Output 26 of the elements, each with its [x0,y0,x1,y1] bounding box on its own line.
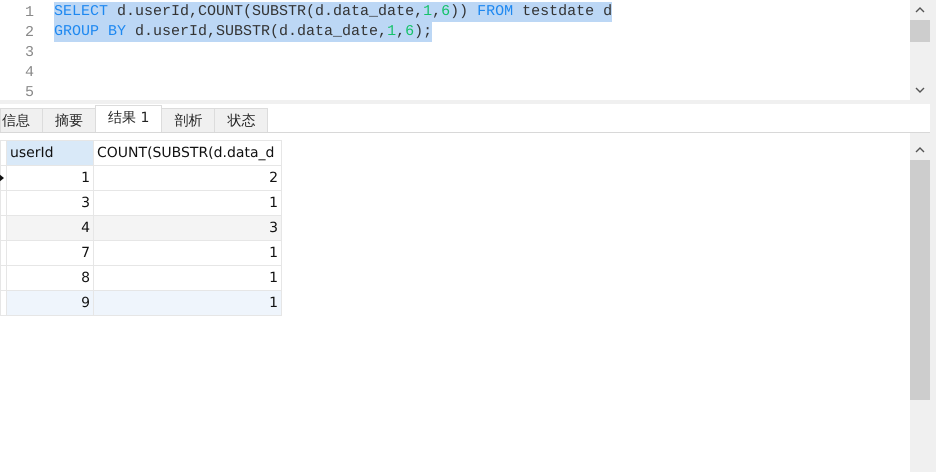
table-cell: 2 [94,166,282,190]
tab[interactable]: 状态 [214,108,268,132]
table-cell: 4 [6,216,94,240]
scrollbar-thumb[interactable] [910,20,930,42]
tab[interactable]: 剖析 [161,108,216,132]
table-cell: 9 [6,290,94,316]
scroll-down-icon[interactable] [915,87,925,93]
table-cell: 1 [6,166,94,190]
scroll-up-icon[interactable] [915,7,925,13]
tab[interactable]: 摘要 [42,108,96,132]
table-cell: 3 [94,216,282,240]
scroll-up-icon[interactable] [915,147,925,153]
row-header[interactable] [0,166,6,190]
table-cell: 1 [94,240,282,266]
scrollbar-thumb[interactable] [910,160,930,400]
line-number: 4 [24,64,35,80]
line-number: 2 [24,24,35,40]
tab[interactable]: 信息 [0,108,43,132]
table-cell: 1 [94,290,282,316]
column-header[interactable]: userId [6,140,94,166]
line-number: 1 [24,4,35,20]
line-number: 3 [24,44,35,60]
table-cell: 7 [6,240,94,266]
line-number: 5 [24,84,35,100]
current-row-icon [0,174,4,182]
column-header[interactable]: COUNT(SUBSTR(d.data_d [94,140,282,166]
